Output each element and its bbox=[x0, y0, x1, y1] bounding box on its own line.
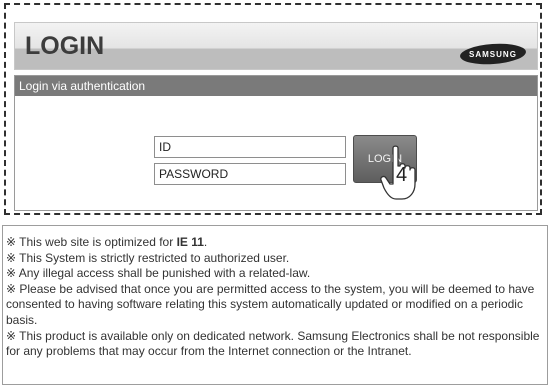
auth-panel: Login via authentication ID PASSWORD LOG… bbox=[14, 75, 538, 211]
login-frame: LOGIN SAMSUNG Login via authentication I… bbox=[4, 3, 542, 215]
notice-1-browser: IE 11 bbox=[176, 235, 204, 249]
notice-box: ※ This web site is optimized for IE 11. … bbox=[2, 225, 548, 385]
notice-line-1: ※ This web site is optimized for IE 11. bbox=[6, 235, 547, 251]
page-title: LOGIN bbox=[25, 32, 105, 60]
notice-line-2: ※ This System is strictly restricted to … bbox=[6, 250, 290, 265]
notice-1-period: . bbox=[203, 235, 208, 249]
notice-line-5: ※ This product is available only on dedi… bbox=[6, 328, 540, 359]
notice-1-text: ※ This web site is optimized for bbox=[6, 235, 177, 249]
auth-panel-title: Login via authentication bbox=[15, 76, 537, 96]
logo-oval: SAMSUNG bbox=[459, 41, 527, 67]
step-number: 4 bbox=[396, 164, 407, 186]
header-bar: LOGIN SAMSUNG bbox=[14, 22, 538, 70]
notice-line-4: ※ Please be advised that once you are pe… bbox=[6, 281, 535, 327]
id-field[interactable]: ID bbox=[154, 136, 346, 158]
logo-text: SAMSUNG bbox=[469, 49, 517, 59]
notice-line-3: ※ Any illegal access shall be punished w… bbox=[6, 266, 311, 281]
hand-cursor-icon: 4 bbox=[380, 145, 416, 200]
samsung-logo: SAMSUNG bbox=[459, 41, 527, 67]
password-field[interactable]: PASSWORD bbox=[154, 163, 346, 185]
